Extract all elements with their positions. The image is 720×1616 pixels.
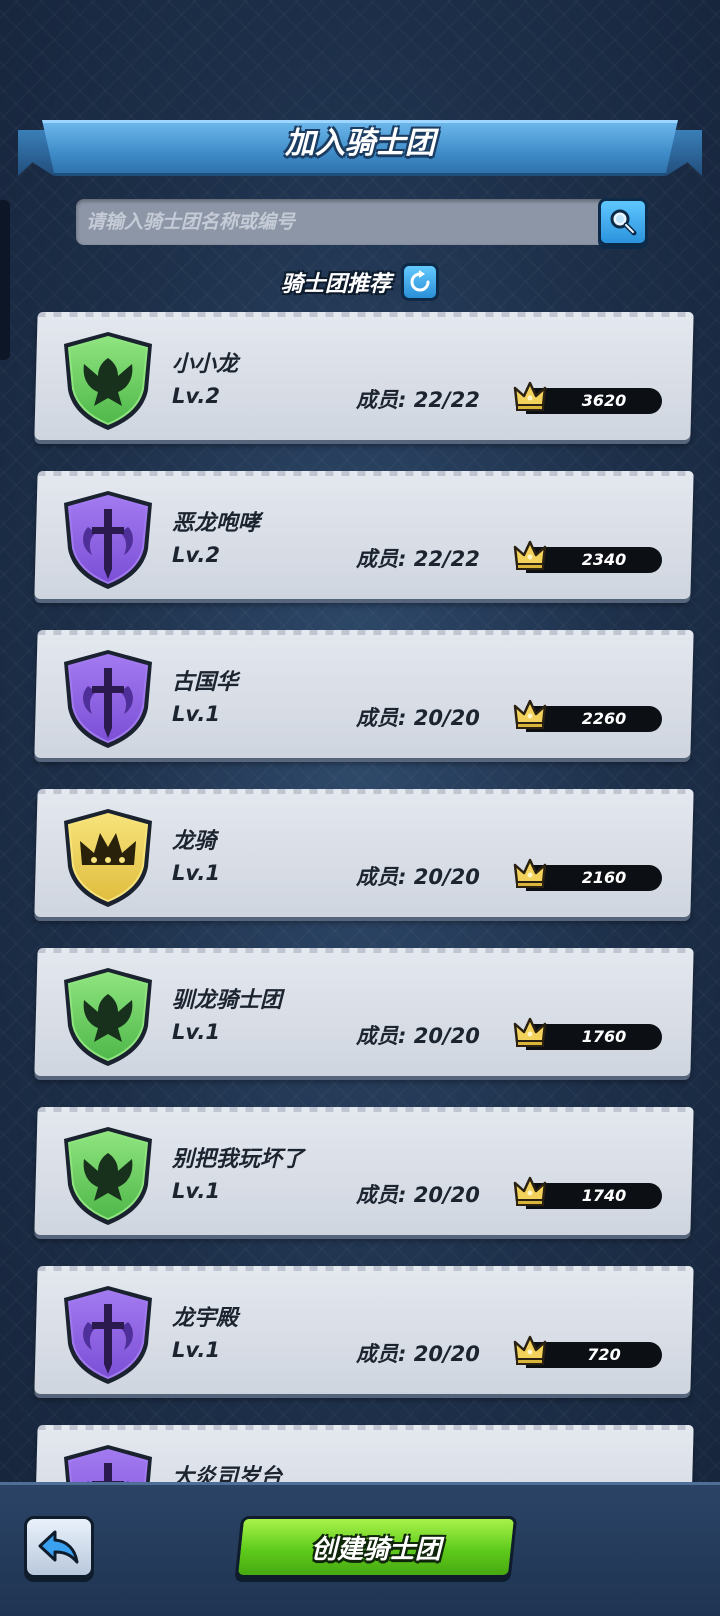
guild-score: 2260 <box>581 709 627 728</box>
guild-card-content: 小小龙 Lv.2 成员: 22/22 3620 <box>36 312 692 440</box>
guild-name: 恶龙咆哮 <box>172 511 261 536</box>
guild-name: 驯龙骑士团 <box>172 988 283 1013</box>
guild-card[interactable]: 驯龙骑士团 Lv.1 成员: 20/20 1760 <box>34 948 694 1076</box>
guild-level: Lv.1 <box>172 1179 220 1203</box>
guild-card-content: 别把我玩坏了 Lv.1 成员: 20/20 1740 <box>36 1107 692 1235</box>
guild-name: 龙骑 <box>172 829 217 854</box>
guild-members: 成员: 22/22 <box>356 547 480 571</box>
back-button[interactable] <box>24 1516 94 1578</box>
guild-name: 大炎司岁台 <box>172 1465 283 1482</box>
guild-card-content: 恶龙咆哮 Lv.2 成员: 22/22 2340 <box>36 471 692 599</box>
guild-level: Lv.1 <box>172 1020 220 1044</box>
guild-card-content: 龙骑 Lv.1 成员: 20/20 2160 <box>36 789 692 917</box>
crown-icon <box>512 855 548 891</box>
guild-card[interactable]: 龙骑 Lv.1 成员: 20/20 2160 <box>34 789 694 917</box>
green-dragon-emblem-icon <box>58 1123 158 1227</box>
guild-card[interactable]: 龙宇殿 Lv.1 成员: 20/20 720 <box>34 1266 694 1394</box>
crown-icon <box>512 1014 548 1050</box>
guild-score: 1740 <box>581 1186 627 1205</box>
guild-members: 成员: 20/20 <box>356 1183 480 1207</box>
guild-card-content: 龙宇殿 Lv.1 成员: 20/20 720 <box>36 1266 692 1394</box>
guild-score: 2160 <box>581 868 627 887</box>
magnifier-icon <box>610 209 637 236</box>
guild-members: 成员: 20/20 <box>356 1024 480 1048</box>
page-title: 加入骑士团 <box>285 126 435 161</box>
gold-crown-emblem-icon <box>58 805 158 909</box>
guild-card[interactable]: 古国华 Lv.1 成员: 20/20 2260 <box>34 630 694 758</box>
guild-members: 成员: 22/22 <box>356 388 480 412</box>
guild-members: 成员: 20/20 <box>356 706 480 730</box>
crown-icon <box>512 696 548 732</box>
purple-sword-emblem-icon <box>58 646 158 750</box>
guild-card[interactable]: 小小龙 Lv.2 成员: 22/22 3620 <box>34 312 694 440</box>
guild-level: Lv.1 <box>172 861 220 885</box>
guild-level: Lv.2 <box>172 543 220 567</box>
back-arrow-icon <box>38 1530 79 1564</box>
guild-score: 3620 <box>581 391 627 410</box>
guild-score: 720 <box>587 1345 621 1364</box>
crown-icon <box>512 537 548 573</box>
guild-card-content: 驯龙骑士团 Lv.1 成员: 20/20 1760 <box>36 948 692 1076</box>
guild-name: 古国华 <box>172 670 239 695</box>
green-dragon-emblem-icon <box>58 964 158 1068</box>
recommend-label: 骑士团推荐 <box>280 272 391 297</box>
purple-sword-emblem-icon <box>58 1441 158 1482</box>
recommend-row: 骑士团推荐 <box>0 262 720 302</box>
crown-icon <box>512 1173 548 1209</box>
guild-level: Lv.1 <box>172 1338 220 1362</box>
guild-card[interactable]: 恶龙咆哮 Lv.2 成员: 22/22 2340 <box>34 471 694 599</box>
create-guild-label: 创建骑士团 <box>310 1534 441 1565</box>
guild-card-content: 古国华 Lv.1 成员: 20/20 2260 <box>36 630 692 758</box>
guild-score: 2340 <box>581 550 627 569</box>
guild-level: Lv.1 <box>172 702 220 726</box>
refresh-icon <box>410 270 430 292</box>
search-button[interactable] <box>598 198 648 246</box>
guild-name: 别把我玩坏了 <box>172 1147 305 1172</box>
guild-members: 成员: 20/20 <box>356 1342 480 1366</box>
crown-icon <box>512 1332 548 1368</box>
guild-card[interactable]: 大炎司岁台 <box>34 1425 694 1482</box>
purple-sword-emblem-icon <box>58 1282 158 1386</box>
guild-name: 小小龙 <box>172 352 239 377</box>
guild-card[interactable]: 别把我玩坏了 Lv.1 成员: 20/20 1740 <box>34 1107 694 1235</box>
guild-level: Lv.2 <box>172 384 220 408</box>
purple-sword-emblem-icon <box>58 487 158 591</box>
green-dragon-emblem-icon <box>58 328 158 432</box>
search-input[interactable] <box>76 199 604 245</box>
guild-score: 1760 <box>581 1027 627 1046</box>
crown-icon <box>512 378 548 414</box>
title-banner: 加入骑士团 <box>18 120 702 176</box>
guild-members: 成员: 20/20 <box>356 865 480 889</box>
create-guild-button[interactable]: 创建骑士团 <box>234 1516 518 1578</box>
guild-card-content: 大炎司岁台 <box>36 1425 692 1482</box>
guild-name: 龙宇殿 <box>172 1306 239 1331</box>
search-field[interactable] <box>76 199 604 245</box>
refresh-button[interactable] <box>401 263 439 301</box>
